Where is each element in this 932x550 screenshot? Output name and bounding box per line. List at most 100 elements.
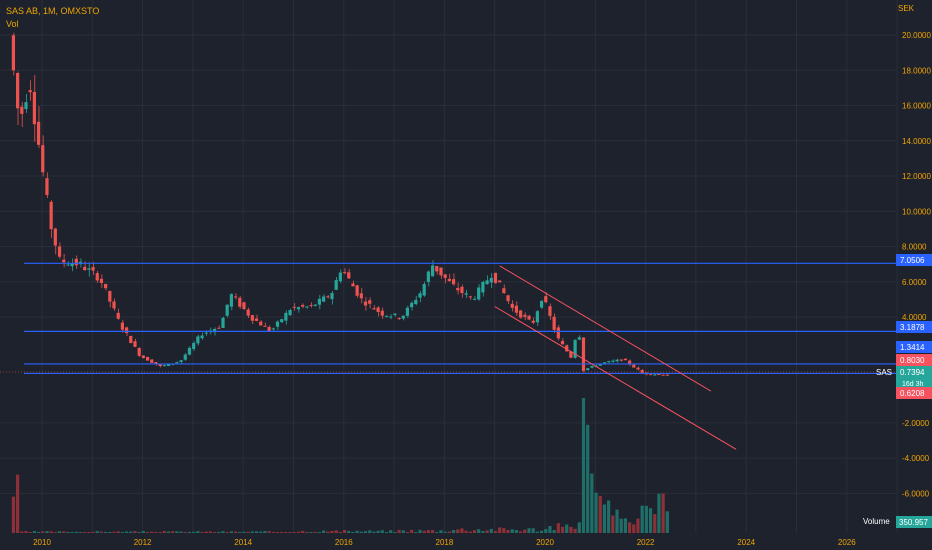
volume-bar	[414, 532, 418, 533]
candle-body	[254, 318, 259, 321]
volume-bar	[280, 532, 284, 533]
candle-body	[74, 258, 78, 266]
candle-body	[192, 342, 196, 350]
candle-body	[539, 301, 544, 308]
time-tick-label[interactable]: 2026	[838, 538, 856, 547]
candle-body	[137, 347, 141, 356]
volume-indicator-title[interactable]: Vol	[6, 18, 99, 31]
volume-bar	[24, 531, 28, 533]
time-tick-label[interactable]: 2016	[335, 538, 353, 547]
price-tick-label[interactable]: 16.0000	[902, 102, 931, 111]
volume-bar	[145, 532, 150, 533]
candle-body	[246, 309, 250, 316]
volume-bar	[439, 530, 443, 533]
candle-body	[544, 296, 548, 303]
volume-bar	[581, 398, 586, 533]
candle-body	[636, 367, 640, 370]
volume-bar	[41, 531, 45, 533]
volume-bar	[548, 526, 552, 533]
candle-body	[41, 145, 45, 173]
candle-body	[70, 263, 74, 267]
candle-body	[11, 35, 16, 71]
volume-bar	[196, 531, 200, 533]
candle-body	[430, 265, 435, 277]
time-tick-label[interactable]: 2022	[637, 538, 655, 547]
volume-bar	[204, 531, 208, 533]
volume-bar	[544, 529, 548, 533]
volume-bar	[489, 528, 493, 533]
volume-bar	[162, 531, 166, 533]
candle-body	[389, 316, 393, 318]
time-tick-label[interactable]: 2018	[436, 538, 454, 547]
volume-bar	[83, 532, 87, 533]
candle-body	[498, 280, 502, 283]
price-tick-label[interactable]: 10.0000	[902, 207, 931, 216]
volume-bar	[556, 523, 560, 533]
volume-bar	[372, 531, 376, 533]
volume-bar	[271, 531, 275, 533]
candle-body	[468, 296, 472, 298]
candle-body	[493, 272, 498, 283]
candle-body	[527, 315, 531, 320]
price-tick-label[interactable]: -4.0000	[902, 454, 930, 463]
volume-bar	[166, 531, 171, 533]
time-tick-label[interactable]: 2024	[737, 538, 755, 547]
volume-bar	[531, 528, 535, 533]
price-chart[interactable]: 20.0000 18.0000 16.0000 14.0000 12.0000 10.00…	[0, 0, 932, 550]
candle-body	[62, 259, 66, 263]
candle-body	[502, 288, 506, 294]
price-tick-label[interactable]: 18.0000	[902, 66, 931, 75]
volume-bar	[129, 531, 133, 533]
candle-body	[87, 268, 91, 270]
volume-bar	[426, 530, 430, 533]
volume-bar	[200, 532, 204, 533]
price-tick-label[interactable]: 12.0000	[902, 172, 931, 181]
time-tick-label[interactable]: 2020	[536, 538, 554, 547]
volume-bar	[49, 531, 53, 533]
candle-body	[313, 304, 317, 306]
price-tick-label[interactable]: 4.0000	[902, 313, 927, 322]
price-tick-label[interactable]: 20.0000	[902, 31, 931, 40]
candle-body	[640, 370, 644, 373]
volume-bar	[99, 531, 104, 533]
level-badge-0-8030-text: 0.8030	[900, 356, 925, 365]
volume-bar	[95, 531, 99, 533]
price-tick-label[interactable]: 6.0000	[902, 278, 927, 287]
volume-bar	[57, 531, 62, 533]
volume-bar	[53, 532, 57, 533]
currency-label[interactable]: SEK	[898, 4, 914, 13]
volume-bar	[225, 532, 229, 533]
candle-body	[401, 315, 405, 319]
level-badge-3-1878-text: 3.1878	[900, 323, 925, 332]
candle-body	[162, 365, 166, 367]
volume-bar	[590, 473, 594, 533]
candle-body	[217, 327, 221, 329]
candle-body	[355, 285, 359, 296]
volume-bar	[389, 530, 393, 533]
price-tick-label[interactable]: 8.0000	[902, 243, 927, 252]
candle-body	[380, 310, 384, 316]
volume-bar	[514, 530, 519, 533]
volume-bar	[179, 531, 183, 533]
symbol-title[interactable]: SAS AB, 1M, OMXSTO	[6, 5, 99, 18]
candle-body	[607, 361, 611, 363]
volume-bar	[619, 518, 623, 533]
price-tick-label[interactable]: -6.0000	[902, 489, 930, 498]
volume-bar	[363, 531, 368, 533]
volume-bar	[502, 528, 506, 533]
candle-body	[632, 364, 636, 368]
time-tick-label[interactable]: 2010	[33, 538, 51, 547]
candle-body	[91, 267, 95, 271]
price-tick-label[interactable]: -2.0000	[902, 419, 930, 428]
price-tick-label[interactable]: 14.0000	[902, 137, 931, 146]
time-tick-label[interactable]: 2012	[134, 538, 152, 547]
volume-bar	[481, 531, 485, 533]
volume-bar	[485, 530, 489, 533]
candle-body	[519, 310, 523, 318]
candle-body	[657, 374, 661, 376]
volume-bar	[376, 530, 380, 533]
volume-bar	[648, 508, 653, 533]
candle-body	[552, 316, 556, 330]
time-tick-label[interactable]: 2014	[234, 538, 252, 547]
volume-bar	[565, 524, 569, 533]
